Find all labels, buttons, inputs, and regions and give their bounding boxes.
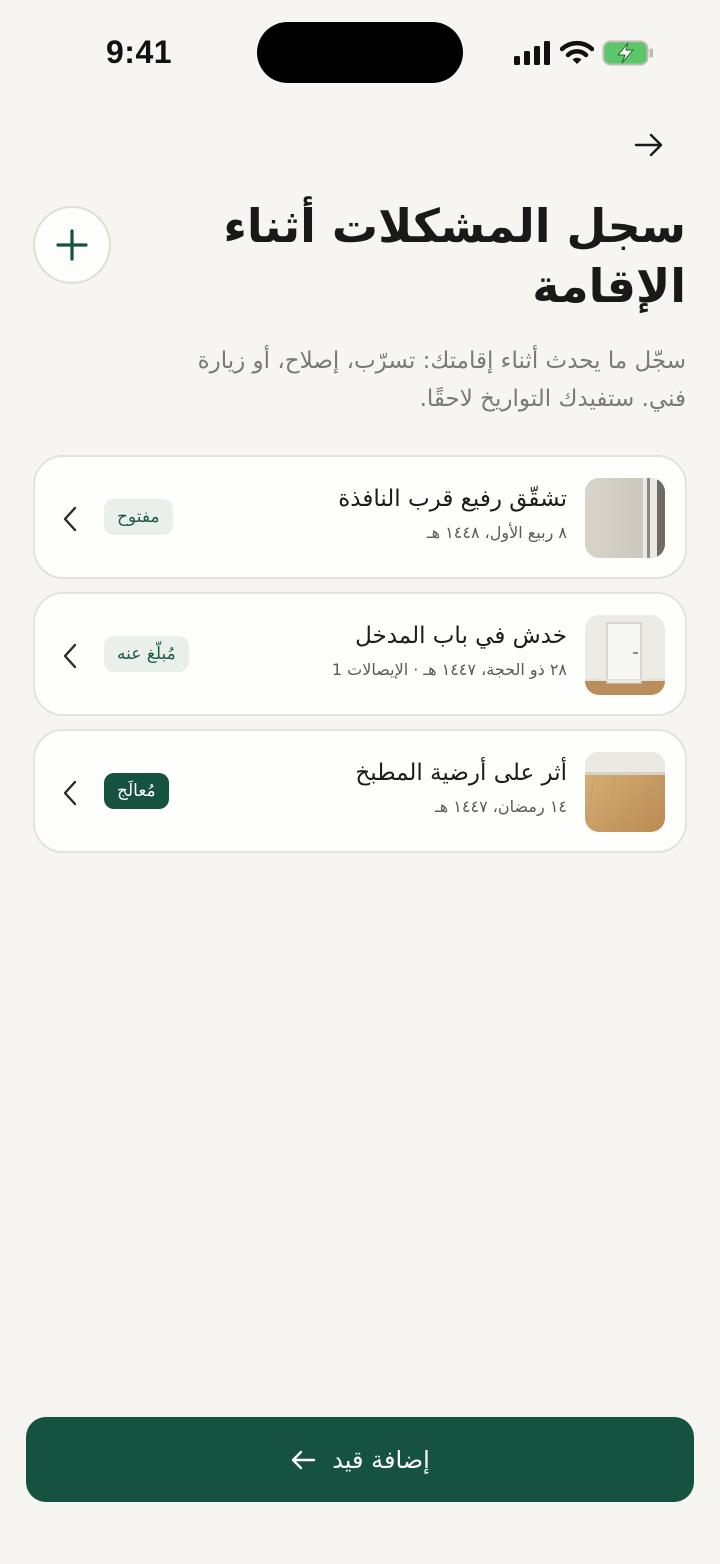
battery-charging-icon: [602, 40, 653, 66]
add-entry-button[interactable]: إضافة قيد: [26, 1417, 694, 1502]
status-bar: 9:41: [0, 0, 720, 100]
dynamic-island: [257, 22, 463, 83]
status-icons: [514, 38, 654, 68]
signal-icon: [514, 41, 550, 65]
door-image: [585, 615, 665, 695]
issue-text: خدش في باب المدخل ٢٨ ذو الحجة، ١٤٤٧ هـ ·…: [267, 620, 567, 682]
wood-floor-image: [585, 752, 665, 832]
add-issue-button[interactable]: [33, 206, 111, 284]
page-subtitle: سجّل ما يحدث أثناء إقامتك: تسرّب، إصلاح،…: [197, 348, 686, 412]
page-title: سجل المشكلات أثناء الإقامة: [223, 199, 686, 313]
arrow-right-icon: [634, 133, 663, 157]
status-badge: مفتوح: [104, 499, 173, 535]
issue-card[interactable]: خدش في باب المدخل ٢٨ ذو الحجة، ١٤٤٧ هـ ·…: [33, 592, 687, 716]
status-badge: مُعالَج: [104, 773, 169, 809]
issue-text: تشقّق رفيع قرب النافذة ٨ ربيع الأول، ١٤٤…: [267, 483, 567, 545]
issue-date: ١٤ رمضان، ١٤٤٧ هـ: [435, 797, 567, 816]
issue-title: تشقّق رفيع قرب النافذة: [338, 486, 567, 512]
add-entry-label: إضافة قيد: [332, 1445, 430, 1474]
chevron-left-icon: [63, 643, 77, 669]
issue-card[interactable]: أثر على أرضية المطبخ ١٤ رمضان، ١٤٤٧ هـ م…: [33, 729, 687, 853]
issue-title: أثر على أرضية المطبخ: [355, 760, 567, 786]
chevron-left-icon: [63, 780, 77, 806]
status-time: 9:41: [106, 34, 173, 70]
issue-list: تشقّق رفيع قرب النافذة ٨ ربيع الأول، ١٤٤…: [33, 455, 687, 866]
issue-thumbnail: [585, 752, 665, 832]
issue-thumbnail: [585, 615, 665, 695]
back-button[interactable]: [632, 128, 666, 162]
issue-title: خدش في باب المدخل: [355, 623, 567, 649]
issue-card[interactable]: تشقّق رفيع قرب النافذة ٨ ربيع الأول، ١٤٤…: [33, 455, 687, 579]
issue-date: ٨ ربيع الأول، ١٤٤٨ هـ: [426, 523, 567, 542]
issue-text: أثر على أرضية المطبخ ١٤ رمضان، ١٤٤٧ هـ: [267, 757, 567, 819]
arrow-left-icon: [291, 1450, 316, 1469]
issue-date: ٢٨ ذو الحجة، ١٤٤٧ هـ · الإيصالات 1: [331, 660, 567, 679]
wifi-icon: [560, 40, 594, 64]
wall-window-image: [585, 478, 665, 558]
chevron-left-icon: [63, 506, 77, 532]
plus-icon: [56, 229, 88, 261]
issue-thumbnail: [585, 478, 665, 558]
status-badge: مُبلّغ عنه: [104, 636, 189, 672]
